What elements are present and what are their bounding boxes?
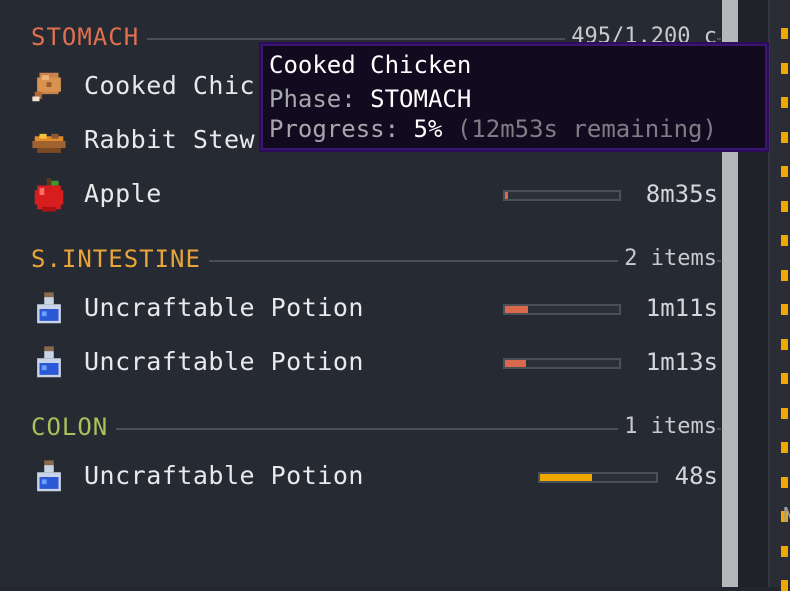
cooked-chicken-icon [32, 72, 61, 102]
tooltip-title: Cooked Chicken [269, 51, 472, 79]
side-tick-mark [781, 408, 788, 419]
food-row-potion[interactable]: Uncraftable Potion 1m11s [30, 286, 720, 330]
side-tick-mark [781, 28, 788, 39]
intestine-item-count: 2 items [618, 244, 717, 274]
tooltip-phase-value: STOMACH [370, 85, 472, 113]
section-title-stomach: STOMACH [31, 22, 148, 52]
side-tick-mark [781, 63, 788, 74]
tooltip-remaining: (12m53s remaining) [442, 115, 717, 143]
food-name: Uncraftable Potion [84, 293, 364, 322]
side-tick-mark [781, 235, 788, 246]
digest-time: 48s [674, 462, 718, 490]
digestion-progress-fill [540, 474, 593, 481]
side-tick-mark [781, 546, 788, 557]
side-tick-mark [781, 97, 788, 108]
side-tick-mark [781, 304, 788, 315]
food-row-apple[interactable]: Apple 8m35s [30, 172, 720, 216]
food-row-potion[interactable]: Uncraftable Potion 1m13s [30, 340, 720, 384]
side-tick-mark [781, 373, 788, 384]
item-tooltip: Cooked Chicken Phase: STOMACH Progress: … [259, 42, 769, 152]
section-colon-header: COLON 1 items [31, 412, 721, 442]
food-name: Rabbit Stew [84, 125, 256, 154]
side-tick-mark [781, 270, 788, 281]
tooltip-progress-label: Progress: [269, 115, 414, 143]
side-tick-mark [781, 166, 788, 177]
food-name: Uncraftable Potion [84, 461, 364, 490]
side-tick-mark [781, 201, 788, 212]
digestion-progress-bar [503, 358, 621, 369]
side-tick-mark [781, 132, 788, 143]
tooltip-phase-label: Phase: [269, 85, 371, 113]
tooltip-progress-value: 5% [413, 115, 443, 143]
digest-time: 1m11s [645, 294, 718, 322]
digestion-progress-fill [505, 306, 528, 313]
colon-item-count: 1 items [618, 412, 717, 442]
potion-icon [37, 346, 61, 378]
food-row-potion[interactable]: Uncraftable Potion 48s [30, 454, 720, 498]
section-small-intestine-header: S.INTESTINE 2 items [31, 244, 721, 274]
food-name: Apple [84, 179, 162, 208]
digestion-progress-bar [503, 304, 621, 315]
section-title-colon: COLON [31, 412, 117, 442]
tooltip-progress: Progress: 5% (12m53s remaining) [269, 114, 717, 144]
apple-icon [34, 178, 64, 212]
digestion-progress-fill [505, 192, 508, 199]
side-panel-edge [768, 0, 790, 587]
tooltip-phase: Phase: STOMACH [269, 84, 471, 114]
side-tick-mark [781, 339, 788, 350]
potion-icon [37, 460, 61, 492]
digest-time: 1m13s [645, 348, 718, 376]
side-panel-letter: N [783, 503, 790, 527]
digestion-progress-bar [538, 472, 658, 483]
section-title-small-intestine: S.INTESTINE [31, 244, 209, 274]
food-name: Uncraftable Potion [84, 347, 364, 376]
rabbit-stew-icon [32, 133, 66, 153]
digest-time: 8m35s [645, 180, 718, 208]
side-tick-mark [781, 580, 788, 591]
digestion-progress-bar [503, 190, 621, 201]
digestion-progress-fill [505, 360, 526, 367]
side-tick-mark [781, 442, 788, 453]
food-name: Cooked Chic [84, 71, 256, 100]
potion-icon [37, 292, 61, 324]
side-tick-mark [781, 477, 788, 488]
